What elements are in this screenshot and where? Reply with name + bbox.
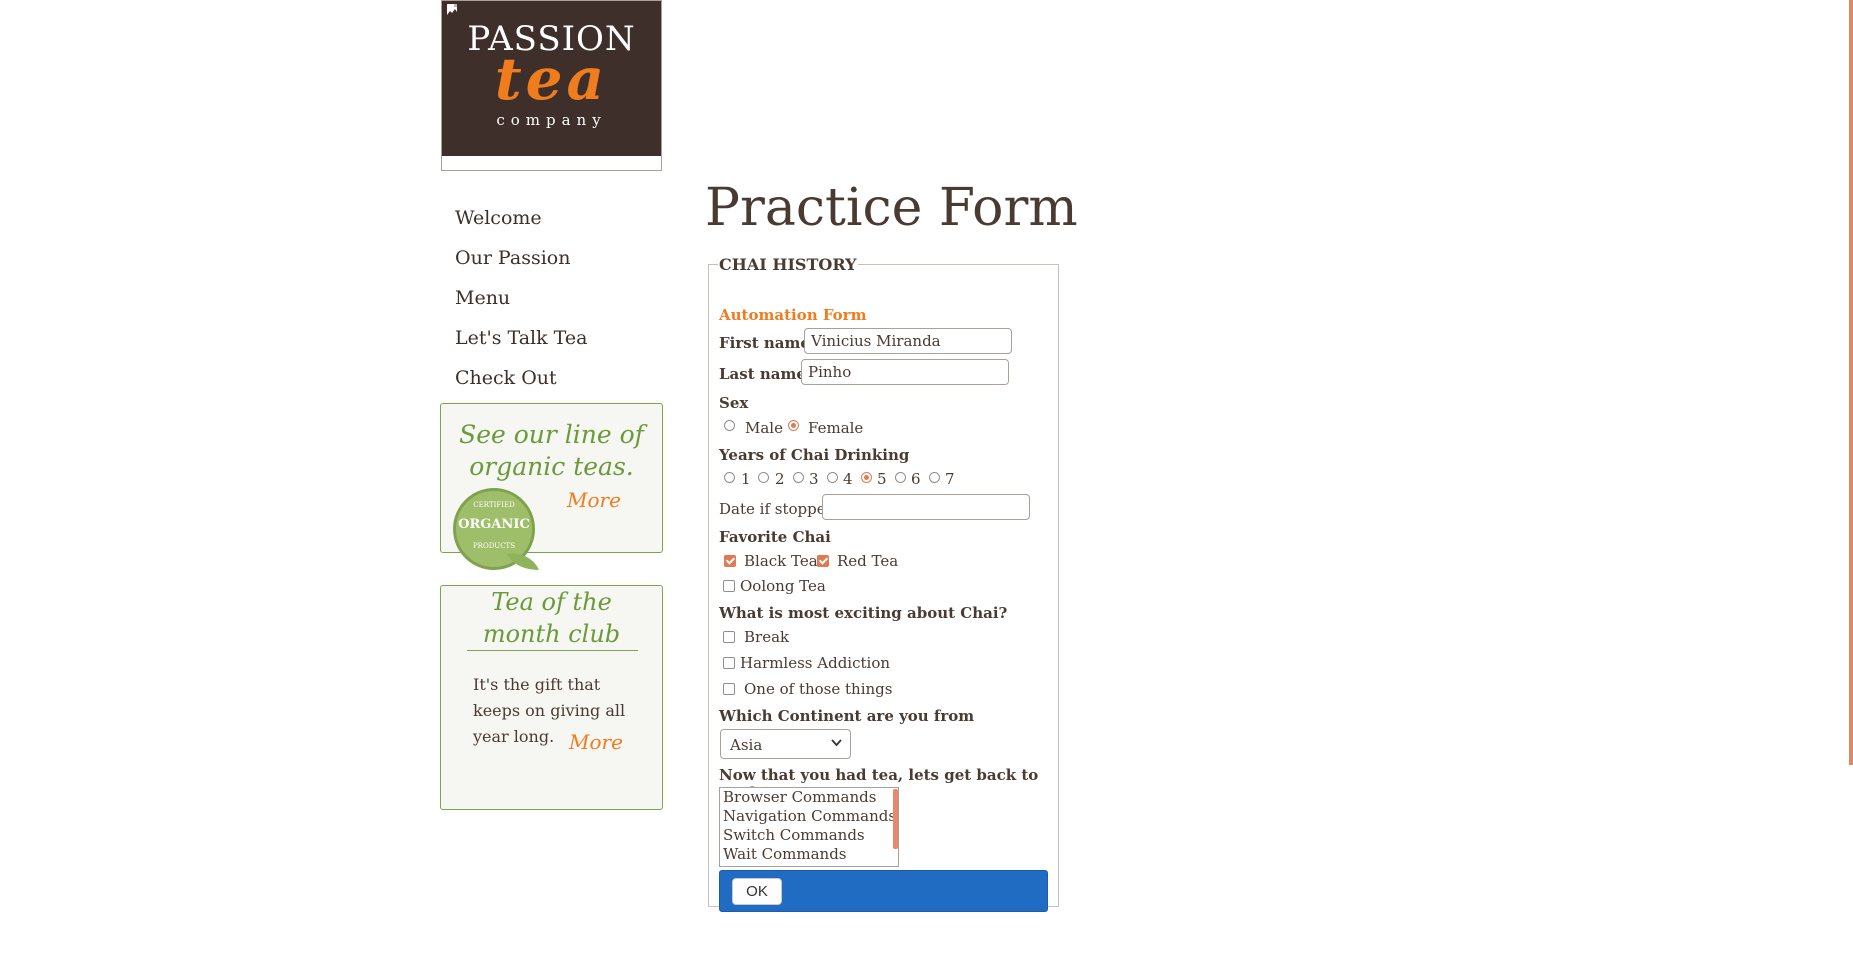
break-checkbox[interactable]	[723, 631, 735, 643]
years-6-label: 6	[911, 470, 921, 488]
page-title: Practice Form	[705, 178, 1078, 238]
promo2-more-link[interactable]: More	[569, 730, 623, 754]
favorite-chai-label: Favorite Chai	[719, 528, 831, 546]
promo1-more-link[interactable]: More	[567, 488, 621, 512]
nav-lets-talk-tea[interactable]: Let's Talk Tea	[455, 320, 587, 360]
command-option[interactable]: Switch Commands	[720, 826, 898, 845]
promo2-divider	[467, 650, 638, 651]
years-4-label: 4	[843, 470, 853, 488]
broken-image-icon	[447, 4, 457, 15]
nav-welcome[interactable]: Welcome	[455, 200, 587, 240]
nav-check-out[interactable]: Check Out	[455, 360, 587, 400]
logo[interactable]: PASSION tea company	[442, 1, 661, 156]
date-stopped-input[interactable]	[822, 494, 1030, 520]
promo1-line1: See our line of	[459, 420, 644, 449]
command-option[interactable]: Wait Commands	[720, 845, 898, 864]
years-3-label: 3	[809, 470, 819, 488]
years-1-radio[interactable]	[724, 472, 735, 483]
first-name-label: First name:	[719, 334, 816, 352]
black-tea-checkbox[interactable]	[724, 555, 736, 567]
years-5-label: 5	[877, 470, 887, 488]
sex-male-radio[interactable]	[724, 420, 735, 431]
last-name-input[interactable]	[801, 359, 1009, 385]
years-6-radio[interactable]	[895, 472, 906, 483]
organic-teas-promo: See our line of organic teas. More CERTI…	[440, 403, 663, 570]
red-tea-checkbox[interactable]	[817, 555, 829, 567]
years-2-label: 2	[775, 470, 785, 488]
break-label: Break	[744, 628, 790, 646]
continent-select[interactable]: Asia	[720, 729, 851, 759]
sex-female-radio[interactable]	[788, 420, 799, 431]
years-7-radio[interactable]	[929, 472, 940, 483]
chevron-down-icon	[831, 739, 842, 747]
years-5-radio[interactable]	[861, 472, 872, 483]
logo-box[interactable]: PASSION tea company	[441, 0, 662, 171]
promo2-line2: month club	[482, 620, 621, 648]
badge-main-text: ORGANIC	[458, 517, 530, 532]
leaf-icon	[507, 553, 539, 570]
form-legend: CHAI HISTORY	[719, 255, 857, 274]
last-name-label: Last name:	[719, 365, 812, 383]
red-tea-label: Red Tea	[837, 552, 899, 570]
badge-bottom-text: PRODUCTS	[472, 542, 516, 550]
harmless-addiction-checkbox[interactable]	[723, 657, 735, 669]
page-scrollbar[interactable]	[1849, 0, 1853, 765]
form-subtitle: Automation Form	[719, 306, 867, 324]
first-name-input[interactable]	[804, 328, 1012, 354]
years-label: Years of Chai Drinking	[719, 446, 910, 464]
years-2-radio[interactable]	[758, 472, 769, 483]
nav-our-passion[interactable]: Our Passion	[455, 240, 587, 280]
badge-top-text: CERTIFIED	[473, 501, 515, 509]
promo1-line2: organic teas.	[469, 452, 634, 481]
ok-button-bar: OK	[719, 870, 1048, 912]
years-7-label: 7	[945, 470, 955, 488]
exciting-label: What is most exciting about Chai?	[719, 604, 1008, 622]
continent-label: Which Continent are you from	[719, 707, 975, 725]
years-3-radio[interactable]	[793, 472, 804, 483]
sex-male-label: Male	[745, 419, 783, 437]
nav-menu[interactable]: Menu	[455, 280, 587, 320]
oolong-tea-label: Oolong Tea	[740, 577, 826, 595]
ok-button[interactable]: OK	[732, 878, 782, 905]
one-of-those-label: One of those things	[744, 680, 893, 698]
years-4-radio[interactable]	[827, 472, 838, 483]
listbox-scrollbar[interactable]	[893, 789, 898, 849]
sex-label: Sex	[719, 394, 749, 412]
tea-of-month-promo: Tea of the month club It's the gift that…	[440, 585, 663, 810]
sex-female-label: Female	[808, 419, 864, 437]
promo2-line1: Tea of the	[491, 588, 612, 616]
logo-tea: tea	[494, 45, 609, 113]
oolong-tea-checkbox[interactable]	[723, 580, 735, 592]
command-option[interactable]: Navigation Commands	[720, 807, 898, 826]
command-option[interactable]: Browser Commands	[720, 788, 898, 807]
main-nav: Welcome Our Passion Menu Let's Talk Tea …	[455, 200, 587, 400]
harmless-addiction-label: Harmless Addiction	[740, 654, 891, 672]
date-stopped-label: Date if stopped	[719, 500, 836, 518]
continent-select-value: Asia	[730, 736, 763, 754]
black-tea-label: Black Tea	[744, 552, 818, 570]
one-of-those-checkbox[interactable]	[723, 683, 735, 695]
years-1-label: 1	[741, 470, 751, 488]
chai-history-form: CHAI HISTORY Automation Form First name:…	[708, 255, 1059, 912]
logo-company: company	[496, 111, 607, 129]
commands-listbox[interactable]: Browser Commands Navigation Commands Swi…	[719, 787, 899, 867]
